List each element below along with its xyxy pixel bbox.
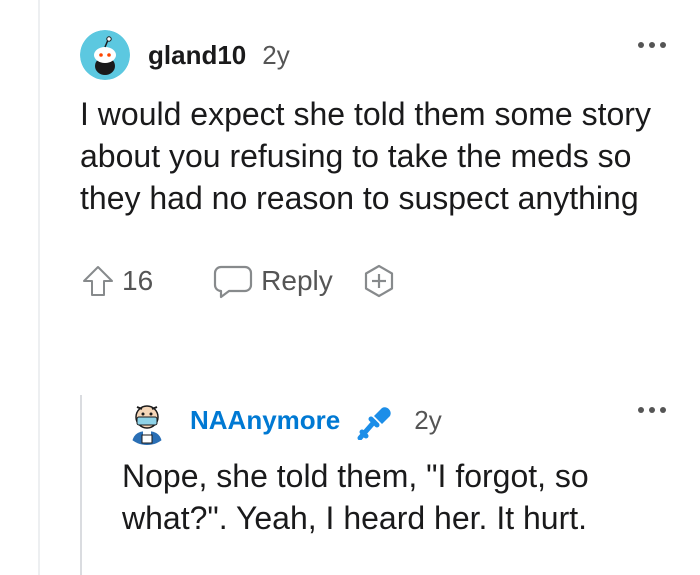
microphone-icon — [356, 400, 396, 440]
comment-username[interactable]: gland10 — [148, 40, 246, 71]
comment-body: I would expect she told them some story … — [80, 96, 651, 216]
comment-actions: 16 Reply — [80, 259, 670, 303]
user-avatar-icon[interactable] — [122, 395, 172, 445]
comment-header: gland10 2y — [80, 30, 670, 80]
upvote-button[interactable]: 16 — [80, 263, 153, 299]
reply-more-options-icon[interactable] — [634, 403, 670, 417]
reply-timestamp: 2y — [414, 404, 442, 435]
thread-line — [38, 0, 40, 575]
reply-username[interactable]: NAAnymore — [190, 405, 340, 436]
reply-body: Nope, she told them, "I forgot, so what?… — [122, 458, 589, 536]
reply-header: NAAnymore 2y — [122, 395, 670, 445]
reply-comment: NAAnymore 2y Nope, she told them, "I for… — [122, 395, 670, 539]
upvote-arrow-icon — [83, 266, 113, 296]
comment: gland10 2y I would expect she told them … — [80, 30, 670, 303]
award-button[interactable] — [361, 263, 397, 299]
vote-count: 16 — [122, 265, 154, 296]
reply-button[interactable]: Reply — [213, 263, 333, 299]
comment-bubble-icon — [214, 265, 253, 299]
reply-label: Reply — [261, 265, 333, 296]
reply-thread-line[interactable] — [80, 395, 82, 575]
comment-timestamp: 2y — [262, 39, 290, 70]
more-options-icon[interactable] — [634, 38, 670, 52]
snoo-avatar-icon[interactable] — [80, 30, 130, 80]
add-award-icon — [364, 264, 393, 298]
